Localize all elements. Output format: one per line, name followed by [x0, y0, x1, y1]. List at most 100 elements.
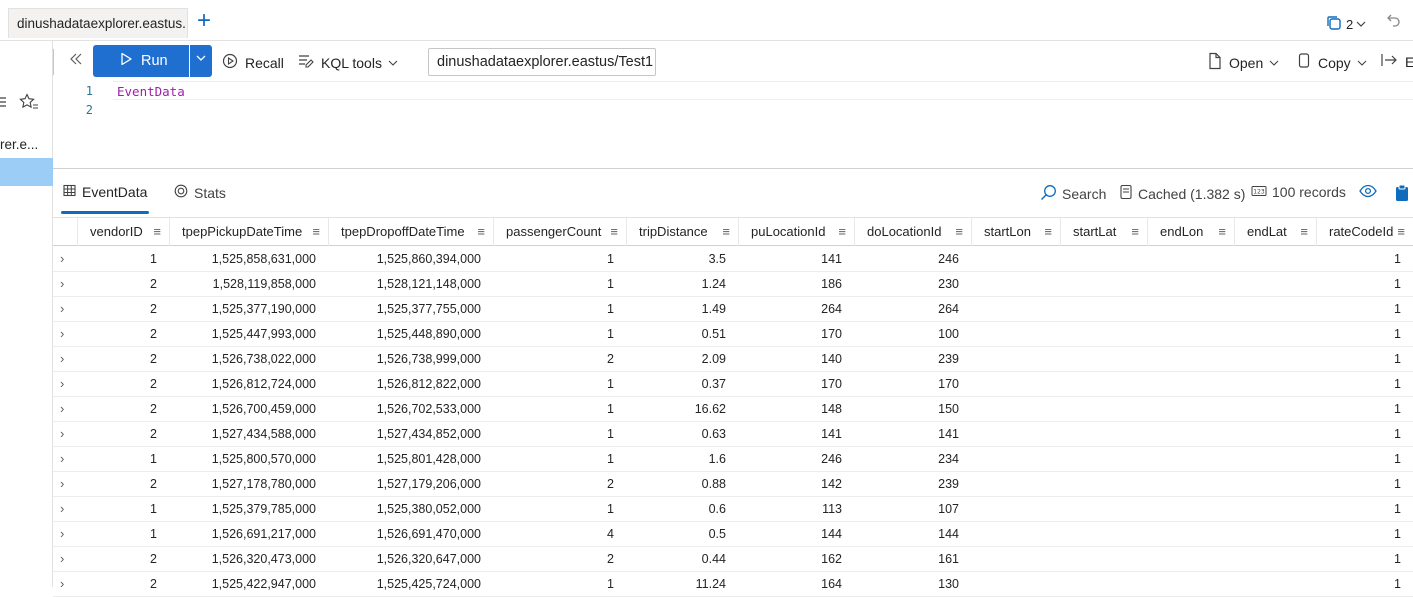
chevron-right-icon[interactable]: ›	[60, 272, 64, 297]
table-cell[interactable]: 2	[77, 347, 169, 372]
table-cell[interactable]	[971, 497, 1060, 522]
run-button[interactable]: Run	[93, 45, 189, 77]
table-cell[interactable]: 2	[77, 272, 169, 297]
table-cell[interactable]: 1,527,434,852,000	[328, 422, 493, 447]
table-cell[interactable]	[1147, 347, 1234, 372]
table-cell[interactable]: 2	[77, 572, 169, 597]
table-cell[interactable]	[1060, 422, 1147, 447]
chevron-right-icon[interactable]: ›	[60, 547, 64, 572]
chevron-right-icon[interactable]: ›	[60, 447, 64, 472]
table-cell[interactable]	[971, 372, 1060, 397]
table-cell[interactable]: 1,527,178,780,000	[169, 472, 328, 497]
copy-button[interactable]: Copy	[1296, 52, 1367, 73]
query-text[interactable]: EventData	[117, 84, 185, 99]
table-cell[interactable]	[1147, 372, 1234, 397]
table-cell[interactable]: 4	[493, 522, 626, 547]
table-cell[interactable]	[1234, 522, 1316, 547]
table-cell[interactable]	[971, 422, 1060, 447]
column-menu-icon[interactable]: ≡	[312, 218, 320, 246]
table-cell[interactable]: 1,525,377,755,000	[328, 297, 493, 322]
table-cell[interactable]: 186	[738, 272, 854, 297]
table-cell[interactable]: 162	[738, 547, 854, 572]
table-cell[interactable]: 1	[1316, 572, 1413, 597]
table-row[interactable]: › 1 1,525,800,570,000 1,525,801,428,000 1 1.6…	[53, 447, 1413, 472]
table-cell[interactable]	[1060, 572, 1147, 597]
table-cell[interactable]: 1,528,119,858,000	[169, 272, 328, 297]
table-cell[interactable]: 239	[854, 472, 971, 497]
table-cell[interactable]	[1147, 322, 1234, 347]
chevron-right-icon[interactable]: ›	[60, 372, 64, 397]
column-header[interactable]: passengerCount ≡	[493, 218, 626, 246]
table-cell[interactable]: 161	[854, 547, 971, 572]
table-cell[interactable]: 2	[493, 547, 626, 572]
table-cell[interactable]: 2	[77, 547, 169, 572]
chevron-right-icon[interactable]: ›	[60, 572, 64, 597]
table-cell[interactable]: 2	[493, 472, 626, 497]
table-cell[interactable]: 1,528,121,148,000	[328, 272, 493, 297]
table-cell[interactable]: 1,525,858,631,000	[169, 247, 328, 272]
table-cell[interactable]: 100	[854, 322, 971, 347]
chevron-right-icon[interactable]: ›	[60, 422, 64, 447]
table-cell[interactable]: 1,527,434,588,000	[169, 422, 328, 447]
table-cell[interactable]: 1,526,320,473,000	[169, 547, 328, 572]
table-cell[interactable]: 1,526,812,822,000	[328, 372, 493, 397]
table-cell[interactable]	[1234, 447, 1316, 472]
table-cell[interactable]	[1147, 397, 1234, 422]
favorites-icon[interactable]	[19, 93, 39, 114]
chevron-right-icon[interactable]: ›	[60, 247, 64, 272]
table-cell[interactable]: 1	[1316, 472, 1413, 497]
table-row[interactable]: › 1 1,526,691,217,000 1,526,691,470,000 4 0.5…	[53, 522, 1413, 547]
table-cell[interactable]	[1147, 572, 1234, 597]
table-cell[interactable]: 1	[1316, 397, 1413, 422]
table-row[interactable]: › 2 1,527,434,588,000 1,527,434,852,000 1 0.6…	[53, 422, 1413, 447]
table-cell[interactable]: 1	[493, 572, 626, 597]
table-cell[interactable]: 113	[738, 497, 854, 522]
table-cell[interactable]: 107	[854, 497, 971, 522]
column-header[interactable]: startLon ≡	[971, 218, 1060, 246]
table-cell[interactable]: 1	[1316, 347, 1413, 372]
table-cell[interactable]	[1234, 247, 1316, 272]
table-cell[interactable]: 1	[1316, 372, 1413, 397]
table-cell[interactable]: 1,526,702,533,000	[328, 397, 493, 422]
table-cell[interactable]: 130	[854, 572, 971, 597]
table-cell[interactable]: 170	[854, 372, 971, 397]
table-row[interactable]: › 2 1,526,812,724,000 1,526,812,822,000 1 0.3…	[53, 372, 1413, 397]
table-cell[interactable]: 1,525,800,570,000	[169, 447, 328, 472]
table-row[interactable]: › 2 1,526,700,459,000 1,526,702,533,000 1 16.…	[53, 397, 1413, 422]
table-cell[interactable]	[971, 247, 1060, 272]
table-cell[interactable]: 1,525,860,394,000	[328, 247, 493, 272]
table-cell[interactable]: 1	[77, 447, 169, 472]
table-cell[interactable]: 144	[738, 522, 854, 547]
open-button[interactable]: Open	[1207, 52, 1279, 73]
table-cell[interactable]: 1,526,691,217,000	[169, 522, 328, 547]
table-cell[interactable]: 2.09	[626, 347, 738, 372]
table-cell[interactable]: 1	[493, 322, 626, 347]
table-cell[interactable]	[1234, 422, 1316, 447]
table-cell[interactable]: 1	[1316, 272, 1413, 297]
table-row[interactable]: › 2 1,527,178,780,000 1,527,179,206,000 2 0.8…	[53, 472, 1413, 497]
chevron-right-icon[interactable]: ›	[60, 322, 64, 347]
table-cell[interactable]: 239	[854, 347, 971, 372]
table-cell[interactable]: 1,526,812,724,000	[169, 372, 328, 397]
table-cell[interactable]: 1	[493, 247, 626, 272]
table-cell[interactable]: 1	[1316, 422, 1413, 447]
table-cell[interactable]: 1	[1316, 522, 1413, 547]
table-row[interactable]: › 1 1,525,379,785,000 1,525,380,052,000 1 0.6…	[53, 497, 1413, 522]
table-cell[interactable]	[1234, 472, 1316, 497]
table-row[interactable]: › 2 1,525,447,993,000 1,525,448,890,000 1 0.5…	[53, 322, 1413, 347]
column-header[interactable]: tripDistance ≡	[626, 218, 738, 246]
table-cell[interactable]: 2	[77, 297, 169, 322]
column-menu-icon[interactable]: ≡	[477, 218, 485, 246]
table-cell[interactable]	[1060, 322, 1147, 347]
table-cell[interactable]: 0.44	[626, 547, 738, 572]
table-row[interactable]: › 2 1,526,320,473,000 1,526,320,647,000 2 0.4…	[53, 547, 1413, 572]
table-row[interactable]: › 2 1,526,738,022,000 1,526,738,999,000 2 2.0…	[53, 347, 1413, 372]
tab-results-table[interactable]: EventData	[63, 184, 147, 200]
table-cell[interactable]: 1,526,320,647,000	[328, 547, 493, 572]
column-header[interactable]: tpepPickupDateTime ≡	[169, 218, 328, 246]
table-cell[interactable]	[971, 297, 1060, 322]
column-header[interactable]: endLat ≡	[1234, 218, 1316, 246]
table-cell[interactable]	[971, 322, 1060, 347]
table-cell[interactable]: 1,525,380,052,000	[328, 497, 493, 522]
table-cell[interactable]	[971, 447, 1060, 472]
